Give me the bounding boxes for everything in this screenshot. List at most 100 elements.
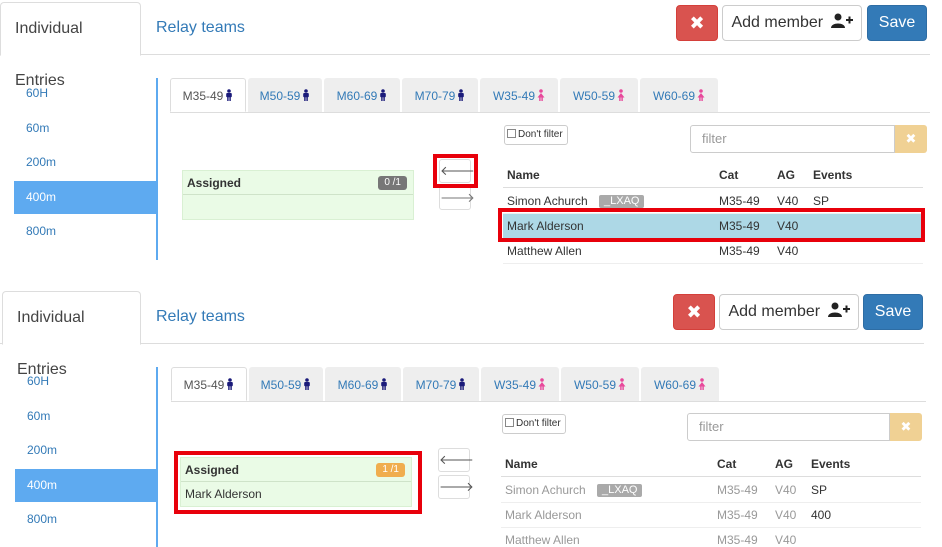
event-item[interactable]: 200m <box>14 146 157 179</box>
event-item[interactable]: 60H <box>15 365 158 398</box>
table-row[interactable]: Mark Alderson M35-49 V40 <box>503 214 923 239</box>
member-events: SP <box>813 194 830 208</box>
member-cat: M35-49 <box>719 244 760 258</box>
column-header[interactable]: Name <box>507 163 540 188</box>
tab-category[interactable]: W50-59 <box>560 78 638 112</box>
category-label: W35-49 <box>492 89 536 103</box>
category-label: W50-59 <box>572 89 616 103</box>
add-member-button[interactable]: Add member <box>719 294 859 330</box>
tab-relay-teams[interactable]: Relay teams <box>142 2 259 56</box>
male-icon <box>381 378 388 390</box>
arrow-right-icon: 🡒 <box>440 190 475 205</box>
arrow-left-icon: 🡐 <box>440 163 475 178</box>
category-label: M50-59 <box>259 89 301 103</box>
close-button[interactable]: ✖ <box>673 294 715 330</box>
tab-category[interactable]: W50-59 <box>561 367 639 401</box>
table-row[interactable]: Simon Achurch _LXAQ M35-49 V40 SP <box>503 189 923 214</box>
club-tag: _LXAQ <box>597 484 643 497</box>
tab-category[interactable]: M50-59 <box>248 78 322 112</box>
add-member-label: Add member <box>731 14 824 31</box>
member-cat: M35-49 <box>717 483 758 497</box>
event-item[interactable]: 60m <box>15 400 158 433</box>
assign-left-button[interactable]: 🡐 <box>439 159 475 183</box>
male-icon <box>304 378 311 390</box>
event-item-active[interactable]: 400m <box>15 469 158 502</box>
table-row[interactable]: Matthew Allen M35-49 V40 <box>503 239 923 264</box>
tab-category[interactable]: W35-49 <box>481 367 559 401</box>
add-user-icon <box>830 13 853 28</box>
column-header[interactable]: AG <box>775 452 793 477</box>
panel-separator <box>0 270 942 289</box>
member-ag: V40 <box>777 219 799 233</box>
unassign-right-button[interactable]: 🡒 <box>438 475 474 499</box>
table-row[interactable]: Mark Alderson M35-49 V40 400 <box>501 503 921 528</box>
dont-filter-checkbox[interactable]: Don't filter <box>504 125 568 145</box>
column-header[interactable]: Cat <box>717 452 736 477</box>
event-item[interactable]: 60H <box>14 77 157 110</box>
member-ag: V40 <box>777 244 799 258</box>
male-icon <box>458 89 465 101</box>
filter-input[interactable]: filter <box>687 413 890 441</box>
tab-category[interactable]: M50-59 <box>249 367 323 401</box>
column-header[interactable]: Events <box>811 452 850 477</box>
add-member-label: Add member <box>728 303 821 320</box>
column-header[interactable]: Name <box>505 452 538 477</box>
male-icon <box>303 89 310 101</box>
member-cat: M35-49 <box>717 508 758 522</box>
column-header[interactable]: Events <box>813 163 852 188</box>
event-item-active[interactable]: 400m <box>14 181 157 214</box>
filter-input[interactable]: filter <box>690 125 895 153</box>
member-ag: V40 <box>775 508 797 522</box>
female-icon <box>538 378 546 390</box>
assigned-header: Assigned 0 /1 <box>183 171 413 195</box>
category-label: W50-59 <box>573 378 617 392</box>
table-header: Name Cat AG Events <box>503 163 923 188</box>
close-button[interactable]: ✖ <box>676 5 718 41</box>
tab-category[interactable]: M35-49 <box>170 78 246 112</box>
tab-category[interactable]: W60-69 <box>641 367 719 401</box>
event-item[interactable]: 60m <box>14 112 157 145</box>
column-header[interactable]: Cat <box>719 163 738 188</box>
close-icon: ✖ <box>689 13 705 33</box>
filter-clear-button[interactable]: ✖ <box>890 413 922 441</box>
category-label: M70-79 <box>414 89 456 103</box>
tab-individual-entries[interactable]: Individual Entries <box>0 2 141 89</box>
event-item[interactable]: 800m <box>14 215 157 248</box>
category-label: W35-49 <box>493 378 537 392</box>
assigned-label: Assigned <box>185 463 240 477</box>
tab-category[interactable]: W35-49 <box>480 78 558 112</box>
tab-category[interactable]: M70-79 <box>403 367 479 401</box>
tab-category[interactable]: M60-69 <box>324 78 400 112</box>
member-name: Matthew Allen <box>507 244 582 258</box>
member-cat: M35-49 <box>717 533 758 547</box>
assigned-box: Assigned 0 /1 <box>182 170 414 220</box>
male-icon <box>459 378 466 390</box>
assigned-count-badge: 1 /1 <box>376 463 405 477</box>
member-ag: V40 <box>777 194 799 208</box>
member-ag: V40 <box>775 533 797 547</box>
tab-category[interactable]: W60-69 <box>640 78 718 112</box>
save-button[interactable]: Save <box>863 294 923 330</box>
add-member-button[interactable]: Add member <box>722 5 862 41</box>
dont-filter-checkbox[interactable]: Don't filter <box>502 414 566 434</box>
event-list-border <box>156 78 158 260</box>
unassign-right-button[interactable]: 🡒 <box>439 186 475 210</box>
table-row[interactable]: Simon Achurch _LXAQ M35-49 V40 SP <box>501 478 921 503</box>
event-item[interactable]: 200m <box>15 434 158 467</box>
entries-panel-after: Individual Entries Relay teams ✖ Add mem… <box>0 289 942 547</box>
assigned-member[interactable]: Mark Alderson <box>181 482 411 507</box>
event-item[interactable]: 800m <box>15 503 158 536</box>
close-icon: ✖ <box>905 131 917 146</box>
assigned-header: Assigned 1 /1 <box>181 458 411 482</box>
male-icon <box>380 89 387 101</box>
assign-left-button[interactable]: 🡐 <box>438 448 474 472</box>
tab-relay-teams[interactable]: Relay teams <box>142 291 259 345</box>
column-header[interactable]: AG <box>777 163 795 188</box>
tab-individual-entries[interactable]: Individual Entries <box>2 291 141 378</box>
save-button[interactable]: Save <box>867 5 927 41</box>
table-row[interactable]: Matthew Allen M35-49 V40 <box>501 528 921 547</box>
tab-category[interactable]: M35-49 <box>171 367 247 401</box>
tab-category[interactable]: M70-79 <box>402 78 478 112</box>
tab-category[interactable]: M60-69 <box>325 367 401 401</box>
filter-clear-button[interactable]: ✖ <box>895 125 927 153</box>
